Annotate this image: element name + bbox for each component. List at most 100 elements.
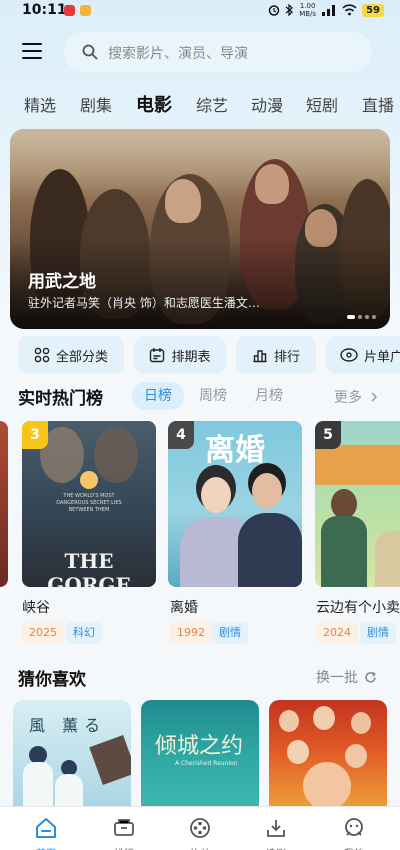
banner-face [255,164,289,204]
genre-tag: 科幻 [66,622,102,644]
schedule-button[interactable]: 排期表 [134,336,226,374]
tab-short-drama[interactable]: 短剧 [306,92,338,116]
rank-badge: 5 [315,421,341,449]
nav-follow[interactable]: 追剧 [256,817,296,850]
banner-face [165,179,201,223]
banner-title: 用武之地 [28,272,96,292]
nav-film-list[interactable]: 片单 [180,817,220,850]
movie-name[interactable]: 离婚 [170,597,198,617]
tab-featured[interactable]: 精选 [24,92,56,116]
home-icon [36,818,56,838]
pagination-dot [365,315,369,319]
quick-label: 排期表 [171,349,211,365]
refresh-button[interactable]: 换一批 [316,667,377,687]
poster-divorce[interactable]: 离婚 4 [168,421,302,587]
chevron-right-icon [371,392,378,402]
quick-label: 排行 [273,349,300,365]
bluetooth-icon [285,4,294,16]
app-notification-icon [80,5,91,16]
poster-glow [80,471,98,489]
poster-figure [23,762,53,810]
quick-label: 片单广 [364,349,400,365]
tab-series[interactable]: 剧集 [80,92,112,116]
ranking-button[interactable]: 排行 [236,336,316,374]
pagination-dot [347,315,355,319]
genre-tag: 剧情 [212,622,248,644]
poster-face [303,762,351,810]
recommend-card[interactable] [269,700,387,810]
pagination-dot [358,315,362,319]
tab-live[interactable]: 直播 [362,92,394,116]
poster-figure [94,427,138,483]
year-tag: 1992 [170,622,212,644]
poster-cloud-store[interactable]: 5 [315,421,400,587]
rank-badge: 3 [22,421,48,449]
more-link[interactable]: 更多 [334,387,378,407]
recommend-card[interactable]: 風 薫る [13,700,131,810]
poster-face [331,489,357,519]
search-bar[interactable]: 搜索影片、演员、导演 [64,32,372,72]
poster-title: THE GORGE [47,549,131,587]
nav-ranking[interactable]: 排行 [104,817,144,850]
poster-partial-previous[interactable] [0,421,8,587]
menu-button[interactable] [22,43,44,61]
poster-figure [55,774,83,810]
year-tag: 2025 [22,622,64,644]
refresh-icon [365,671,376,683]
movie-name[interactable]: 云边有个小卖 [316,597,400,617]
signal-icon [322,5,336,16]
wifi-icon [342,4,357,16]
tab-daily[interactable]: 日榜 [132,382,184,410]
ranking-icon [253,350,267,363]
banner-description: 驻外记者马笑（肖央 饰）和志愿医生潘文… [28,296,260,310]
poster-face [279,710,299,732]
movie-name[interactable]: 峡谷 [22,597,50,617]
net-speed: 1.00 MB/s [299,2,317,18]
featured-banner[interactable]: 用武之地 驻外记者马笑（肖央 饰）和志愿医生潘文… [10,129,390,329]
poster-face [351,712,371,734]
poster-roof [315,445,400,485]
status-time: 10:11 [22,2,67,18]
film-reel-icon [190,818,210,838]
recommend-card[interactable]: 倾城之约 A Cherished Reunion [141,700,259,810]
search-placeholder: 搜索影片、演员、导演 [108,46,248,62]
poster-subtitle: A Cherished Reunion [175,760,238,767]
poster-gorge[interactable]: THE WORLD'S MOST DANGEROUS SECRET LIES B… [22,421,156,587]
guess-you-like-title: 猜你喜欢 [18,670,86,690]
poster-face [252,473,282,509]
poster-figure [89,735,131,785]
ticket-icon [114,819,134,836]
poster-face [345,744,367,768]
profile-icon [345,818,363,836]
category-tabs: 精选 剧集 电影 综艺 动漫 短剧 直播 [0,92,400,120]
search-icon [82,44,98,60]
film-list-button[interactable]: 片单广 [326,336,400,374]
tab-variety[interactable]: 综艺 [196,92,228,116]
nav-home[interactable]: 首页 [26,817,66,850]
tab-anime[interactable]: 动漫 [251,92,283,116]
poster-face [201,477,231,513]
status-right: 1.00 MB/s 59 [268,2,384,18]
rank-badge: 4 [168,421,194,449]
genre-tag: 剧情 [360,622,396,644]
poster-face [287,740,309,764]
quick-label: 全部分类 [55,349,108,365]
poster-tagline: THE WORLD'S MOST DANGEROUS SECRET LIES B… [56,493,122,513]
alarm-icon [268,5,280,16]
tab-weekly[interactable]: 周榜 [187,382,239,410]
bottom-navigation: 首页 排行 片单 追剧 我的 [0,806,400,850]
hot-ranking-title: 实时热门榜 [18,389,103,409]
pagination-dot [372,315,376,319]
nav-profile[interactable]: 我的 [334,817,374,850]
tab-movies[interactable]: 电影 [136,91,172,117]
grid-icon [34,347,50,363]
all-categories-button[interactable]: 全部分类 [18,336,124,374]
status-bar: 10:11 1.00 MB/s 59 [0,0,400,22]
tab-monthly[interactable]: 月榜 [243,382,295,410]
year-tag: 2024 [316,622,358,644]
weibo-icon [64,5,75,16]
calendar-icon [150,348,165,363]
film-list-icon [340,348,358,362]
poster-face [313,706,335,730]
poster-figure [238,513,302,587]
